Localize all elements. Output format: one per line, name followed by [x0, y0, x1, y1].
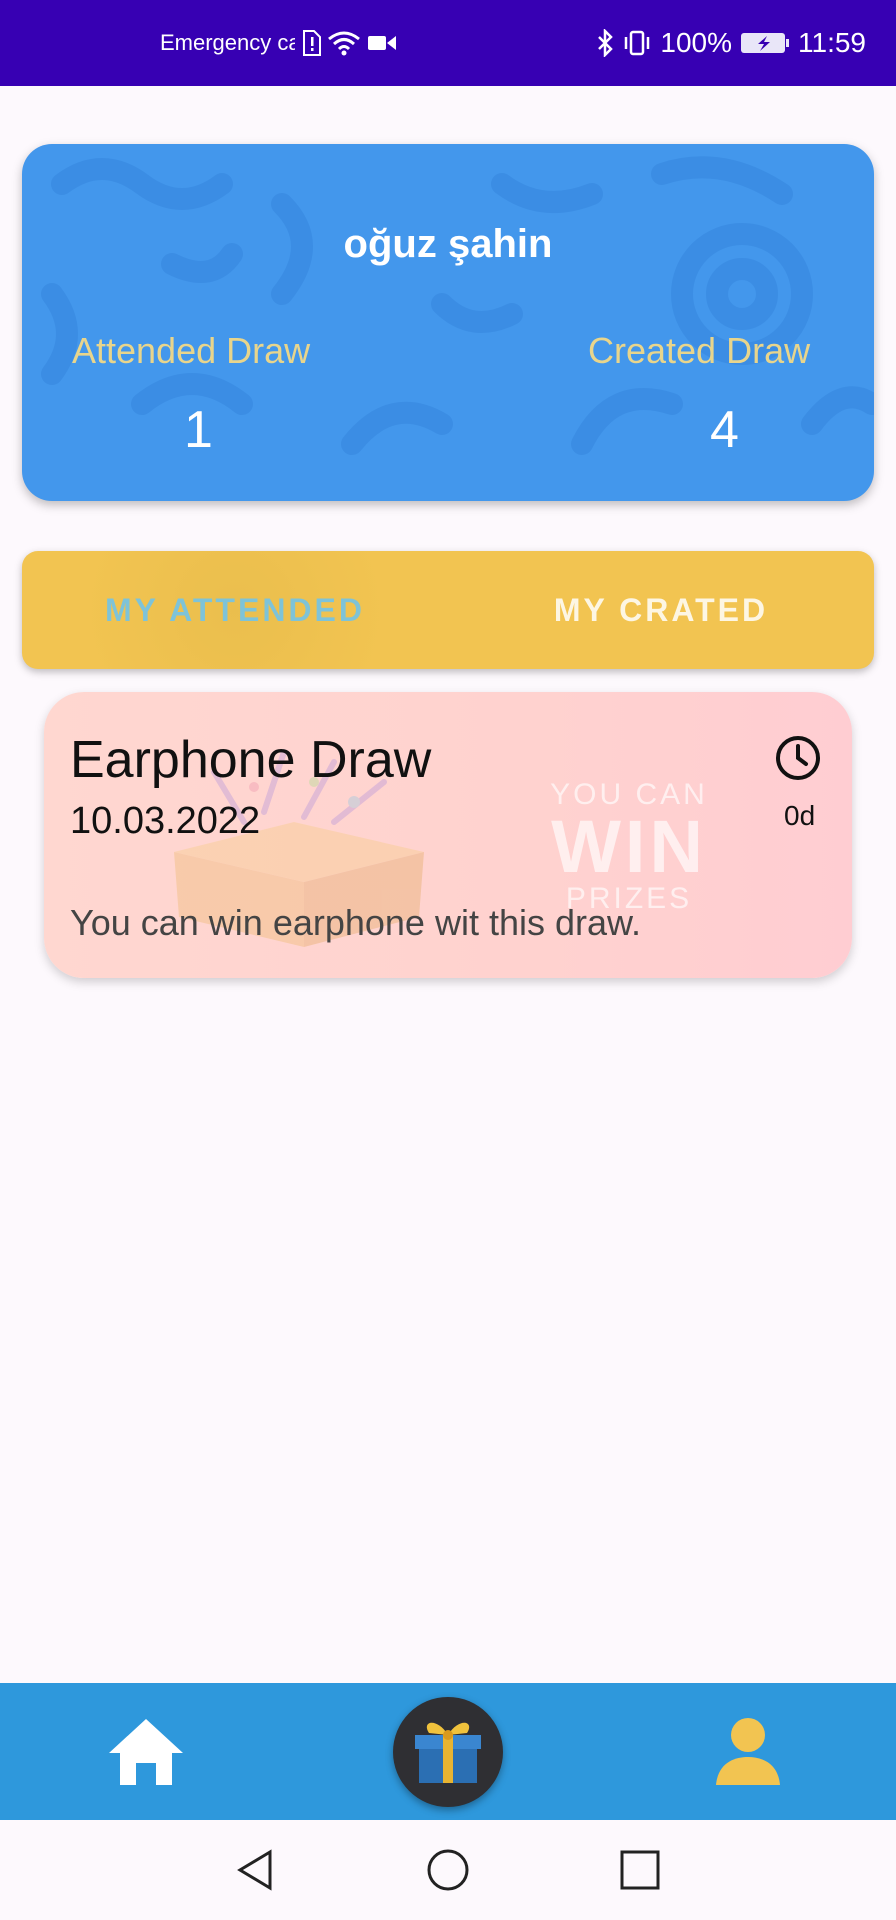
home-circle-icon[interactable] — [426, 1848, 470, 1897]
draw-card[interactable]: YOU CAN WIN PRIZES Earphone Draw 10.03.2… — [44, 692, 852, 978]
profile-card: oğuz şahin Attended Draw 1 Created Draw … — [22, 144, 874, 501]
remaining-days: 0d — [784, 800, 816, 831]
draw-description: You can win earphone wit this draw. — [70, 902, 642, 943]
tab-my-attended[interactable]: MY ATTENDED — [22, 551, 448, 669]
draw-date: 10.03.2022 — [70, 800, 261, 842]
battery-icon — [740, 31, 790, 55]
home-icon[interactable] — [105, 1715, 187, 1792]
draw-tabs: MY ATTENDED MY CRATED — [22, 551, 874, 669]
carrier-text: Emergency calls only — [160, 30, 295, 55]
vibrate-icon — [622, 30, 652, 56]
person-icon[interactable] — [710, 1713, 786, 1794]
attended-draw-label: Attended Draw — [72, 330, 311, 371]
sim-alert-icon — [301, 30, 321, 56]
attended-draw-count: 1 — [184, 401, 213, 459]
card-pattern — [41, 156, 874, 455]
gift-nav-button[interactable] — [393, 1697, 503, 1807]
clock-time: 11:59 — [798, 27, 866, 58]
back-icon[interactable] — [234, 1848, 278, 1897]
recents-icon[interactable] — [618, 1848, 662, 1897]
win-badge-main: WIN — [551, 805, 707, 888]
status-left: Emergency calls only — [160, 0, 397, 86]
tab-my-created[interactable]: MY CRATED — [448, 551, 874, 669]
user-name: oğuz şahin — [343, 222, 553, 266]
created-draw-count: 4 — [710, 401, 739, 459]
wifi-icon — [327, 30, 361, 56]
created-draw-label: Created Draw — [588, 330, 811, 371]
system-nav-bar — [0, 1820, 896, 1920]
status-right: 100% 11:59 — [596, 0, 866, 86]
draw-title: Earphone Draw — [70, 731, 432, 789]
battery-percent: 100% — [660, 27, 732, 58]
bottom-nav — [0, 1683, 896, 1820]
clock-icon — [774, 734, 822, 787]
gift-icon — [409, 1711, 487, 1794]
status-bar: Emergency calls only 100% 11:59 — [0, 0, 896, 86]
video-call-icon — [367, 33, 397, 53]
win-prizes-watermark: YOU CAN WIN PRIZES — [484, 778, 774, 916]
bluetooth-icon — [596, 29, 614, 57]
